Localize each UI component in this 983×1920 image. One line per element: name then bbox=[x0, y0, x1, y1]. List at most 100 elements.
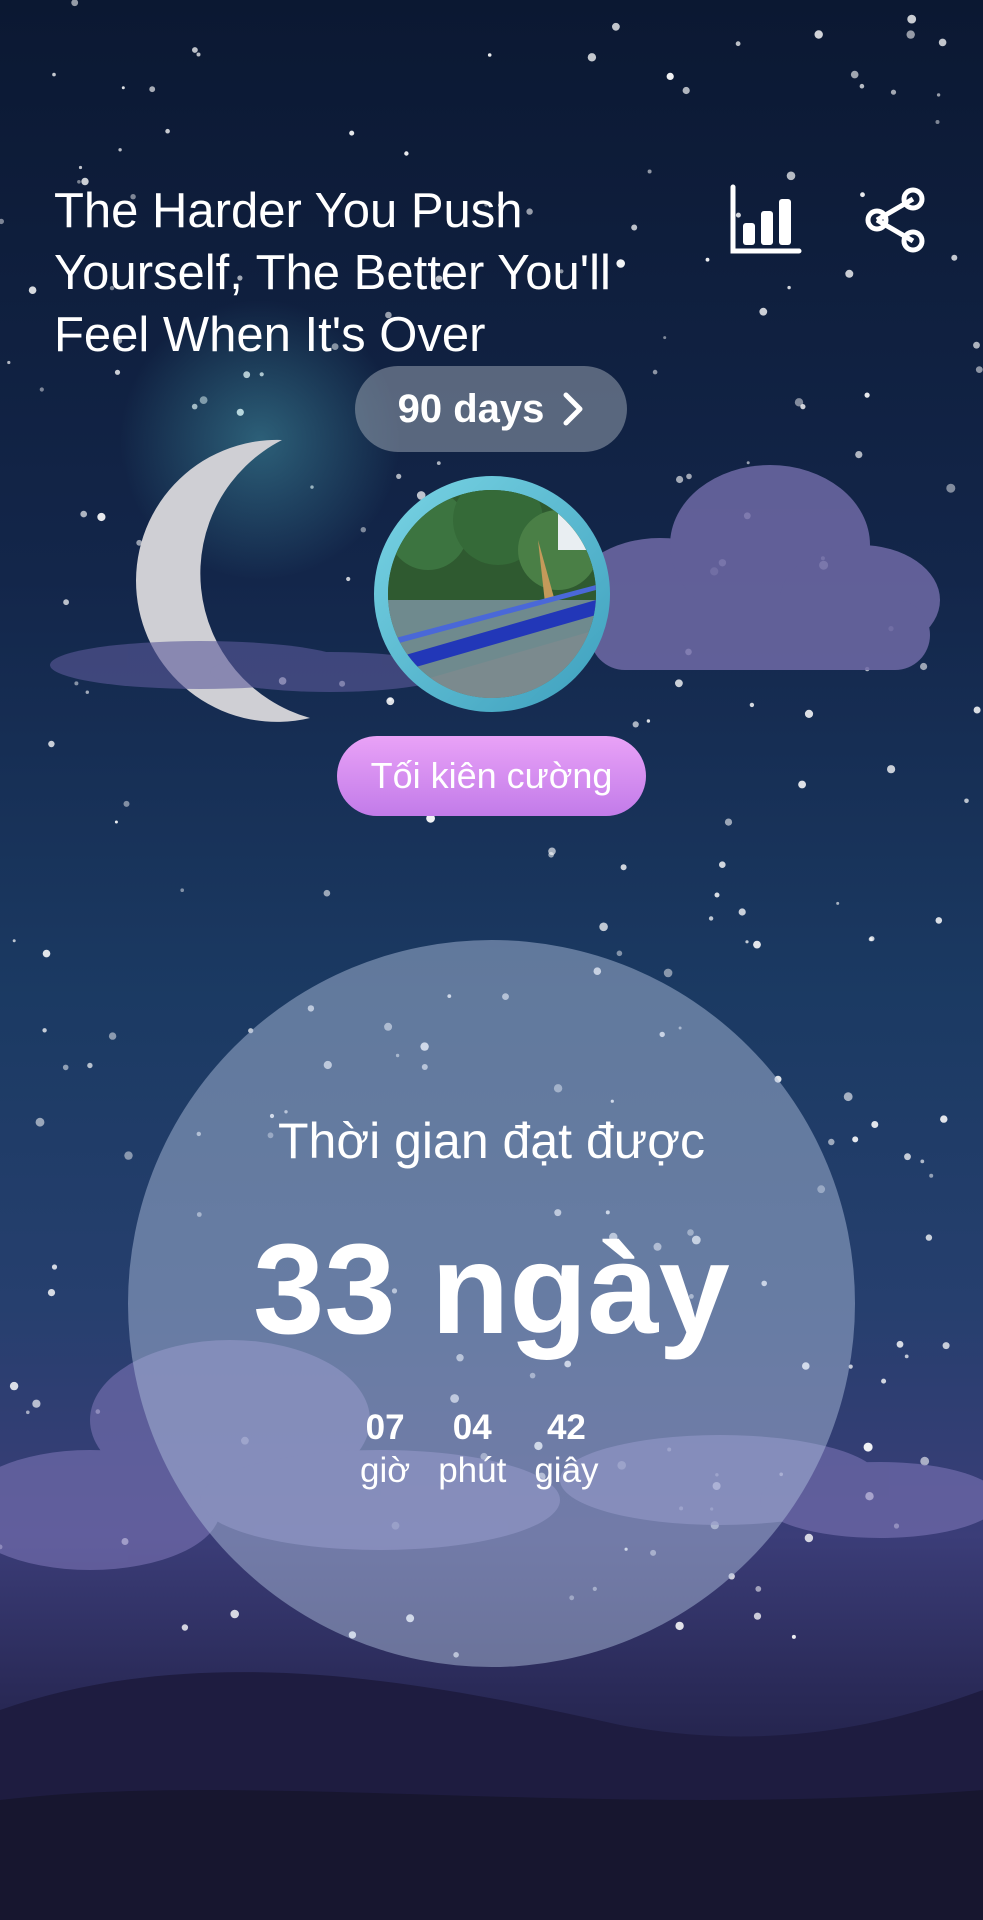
star bbox=[746, 461, 750, 465]
star bbox=[599, 922, 608, 932]
star bbox=[868, 937, 873, 942]
star bbox=[929, 1173, 934, 1178]
star bbox=[787, 285, 791, 290]
star bbox=[114, 369, 121, 375]
seconds-value: 42 bbox=[546, 1408, 586, 1447]
star bbox=[745, 940, 749, 944]
star bbox=[12, 939, 16, 943]
goal-days-button[interactable]: 90 days bbox=[355, 366, 627, 452]
star bbox=[964, 798, 969, 804]
achievement-days-value: 33 ngày bbox=[253, 1218, 730, 1361]
star bbox=[935, 917, 943, 924]
star bbox=[180, 888, 184, 892]
star bbox=[52, 72, 56, 77]
star bbox=[42, 949, 51, 958]
star bbox=[62, 1064, 69, 1071]
star bbox=[973, 341, 980, 349]
star bbox=[181, 1624, 189, 1631]
star bbox=[646, 719, 651, 723]
star bbox=[863, 1442, 873, 1452]
star bbox=[864, 392, 870, 398]
minutes-label: phút bbox=[438, 1451, 507, 1490]
star bbox=[798, 780, 806, 789]
avatar[interactable] bbox=[374, 476, 610, 712]
star bbox=[890, 89, 897, 95]
star bbox=[714, 892, 720, 898]
star bbox=[759, 307, 768, 316]
star bbox=[753, 1612, 762, 1620]
star bbox=[349, 130, 355, 136]
star bbox=[192, 47, 198, 53]
star bbox=[786, 171, 796, 181]
star bbox=[74, 681, 79, 686]
star bbox=[123, 800, 130, 807]
goal-days-label: 90 days bbox=[397, 386, 545, 431]
star bbox=[749, 702, 755, 708]
star bbox=[951, 254, 958, 261]
cloud bbox=[570, 465, 940, 670]
star bbox=[32, 1399, 41, 1408]
motivational-quote: The Harder You Push Yourself, The Better… bbox=[54, 184, 611, 362]
hours-unit: 07 giờ bbox=[360, 1408, 410, 1494]
hours-value: 07 bbox=[365, 1408, 405, 1447]
star bbox=[794, 398, 804, 407]
profile-name: Tối kiên cường bbox=[370, 755, 613, 796]
star bbox=[0, 218, 4, 225]
star bbox=[938, 38, 947, 47]
star bbox=[887, 765, 896, 774]
share-button[interactable] bbox=[856, 180, 936, 260]
minutes-unit: 04 phút bbox=[438, 1408, 506, 1494]
star bbox=[836, 901, 840, 905]
star bbox=[920, 662, 928, 671]
star bbox=[859, 83, 865, 89]
star bbox=[42, 1028, 47, 1033]
star bbox=[612, 22, 620, 31]
star bbox=[666, 72, 674, 80]
star bbox=[48, 740, 55, 748]
star bbox=[396, 473, 402, 479]
star bbox=[676, 475, 684, 484]
star bbox=[904, 1354, 909, 1359]
star bbox=[230, 1609, 239, 1619]
star bbox=[973, 706, 981, 714]
star bbox=[682, 86, 690, 95]
star bbox=[87, 1062, 93, 1069]
star bbox=[323, 889, 331, 897]
star bbox=[647, 169, 652, 174]
star bbox=[114, 820, 118, 824]
star bbox=[71, 0, 79, 7]
star bbox=[705, 257, 710, 262]
star bbox=[97, 512, 106, 522]
share-icon bbox=[865, 187, 925, 253]
avatar-photo bbox=[388, 490, 596, 698]
star bbox=[9, 1381, 19, 1391]
star bbox=[850, 70, 859, 79]
star bbox=[7, 360, 11, 365]
achievement-label: Thời gian đạt được bbox=[277, 1113, 706, 1169]
star bbox=[753, 940, 761, 949]
star bbox=[946, 483, 956, 493]
star bbox=[108, 1032, 117, 1040]
star bbox=[196, 52, 201, 57]
star bbox=[616, 950, 623, 957]
seconds-unit: 42 giây bbox=[534, 1408, 598, 1494]
star bbox=[26, 1410, 30, 1415]
star bbox=[149, 86, 156, 93]
star bbox=[165, 128, 170, 134]
star bbox=[804, 709, 814, 719]
star bbox=[935, 120, 940, 124]
star bbox=[708, 916, 714, 921]
star bbox=[724, 818, 733, 826]
statistics-button[interactable] bbox=[726, 180, 806, 260]
bar-chart-icon bbox=[730, 184, 802, 254]
chevron-right-icon bbox=[563, 392, 583, 426]
star bbox=[855, 451, 863, 459]
star bbox=[936, 93, 941, 97]
star bbox=[906, 30, 915, 39]
star bbox=[548, 847, 556, 856]
star bbox=[791, 1634, 796, 1639]
seconds-label: giây bbox=[534, 1451, 599, 1490]
star bbox=[78, 165, 83, 170]
star bbox=[404, 151, 409, 156]
profile-name-badge[interactable]: Tối kiên cường bbox=[337, 736, 646, 816]
